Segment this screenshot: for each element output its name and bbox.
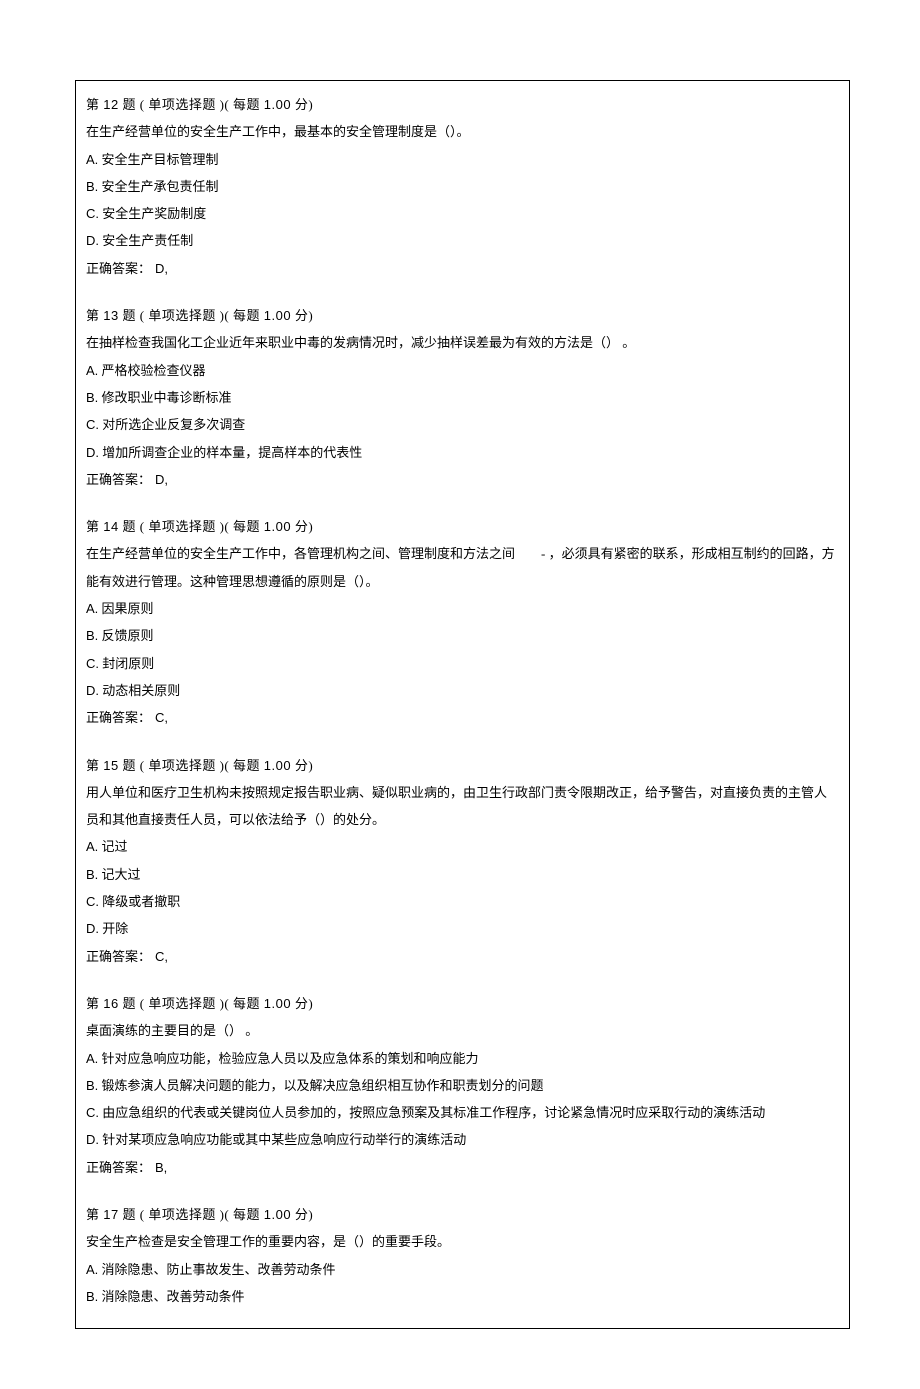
correct-answer: 正确答案：C, xyxy=(86,943,839,970)
question-type: ( 单项选择题 )( xyxy=(140,996,230,1011)
option-b: B. 消除隐患、改善劳动条件 xyxy=(86,1283,839,1310)
question-points: 1.00 xyxy=(264,519,291,534)
question-header: 第 12 题 ( 单项选择题 )( 每题 1.00 分) xyxy=(86,91,839,118)
option-c: C. 降级或者撤职 xyxy=(86,888,839,915)
label-di: 第 xyxy=(86,97,100,112)
question-points: 1.00 xyxy=(264,1207,291,1222)
option-c: C. 封闭原则 xyxy=(86,650,839,677)
option-b: B. 反馈原则 xyxy=(86,622,839,649)
label-fen: 分 xyxy=(295,308,309,323)
label-ti: 题 xyxy=(122,758,136,773)
option-d: D. 安全生产责任制 xyxy=(86,227,839,254)
option-a: A. 消除隐患、防止事故发生、改善劳动条件 xyxy=(86,1256,839,1283)
question-header: 第 13 题 ( 单项选择题 )( 每题 1.00 分) xyxy=(86,302,839,329)
label-ti: 题 xyxy=(122,519,136,534)
label-fen: 分 xyxy=(295,97,309,112)
question-type: ( 单项选择题 )( xyxy=(140,308,230,323)
label-meiti: 每题 xyxy=(233,758,260,773)
question-13: 第 13 题 ( 单项选择题 )( 每题 1.00 分) 在抽样检查我国化工企业… xyxy=(86,302,839,493)
question-stem: 用人单位和医疗卫生机构未按照规定报告职业病、疑似职业病的，由卫生行政部门责令限期… xyxy=(86,779,839,834)
option-a: A. 严格校验检查仪器 xyxy=(86,357,839,384)
question-points: 1.00 xyxy=(264,758,291,773)
question-number: 12 xyxy=(103,97,118,112)
question-stem: 在生产经营单位的安全生产工作中，最基本的安全管理制度是（）。 xyxy=(86,118,839,145)
option-a: A. 针对应急响应功能，检验应急人员以及应急体系的策划和响应能力 xyxy=(86,1045,839,1072)
option-a: A. 记过 xyxy=(86,833,839,860)
question-header: 第 16 题 ( 单项选择题 )( 每题 1.00 分) xyxy=(86,990,839,1017)
label-ti: 题 xyxy=(122,996,136,1011)
label-meiti: 每题 xyxy=(233,97,260,112)
label-di: 第 xyxy=(86,996,100,1011)
question-15: 第 15 题 ( 单项选择题 )( 每题 1.00 分) 用人单位和医疗卫生机构… xyxy=(86,752,839,970)
correct-answer: 正确答案：C, xyxy=(86,704,839,731)
exam-content: 第 12 题 ( 单项选择题 )( 每题 1.00 分) 在生产经营单位的安全生… xyxy=(75,80,850,1329)
label-meiti: 每题 xyxy=(233,519,260,534)
option-b: B. 修改职业中毒诊断标准 xyxy=(86,384,839,411)
label-ti: 题 xyxy=(122,97,136,112)
question-header: 第 17 题 ( 单项选择题 )( 每题 1.00 分) xyxy=(86,1201,839,1228)
label-fen: 分 xyxy=(295,519,309,534)
option-b: B. 锻炼参演人员解决问题的能力，以及解决应急组织相互协作和职责划分的问题 xyxy=(86,1072,839,1099)
question-stem: 在抽样检查我国化工企业近年来职业中毒的发病情况时，减少抽样误差最为有效的方法是（… xyxy=(86,329,839,356)
label-di: 第 xyxy=(86,308,100,323)
question-number: 16 xyxy=(103,996,118,1011)
question-17: 第 17 题 ( 单项选择题 )( 每题 1.00 分) 安全生产检查是安全管理… xyxy=(86,1201,839,1310)
option-c: C. 由应急组织的代表或关键岗位人员参加的，按照应急预案及其标准工作程序，讨论紧… xyxy=(86,1099,839,1126)
question-number: 17 xyxy=(103,1207,118,1222)
question-points: 1.00 xyxy=(264,996,291,1011)
correct-answer: 正确答案：D, xyxy=(86,255,839,282)
label-di: 第 xyxy=(86,758,100,773)
label-ti: 题 xyxy=(122,1207,136,1222)
label-meiti: 每题 xyxy=(233,996,260,1011)
correct-answer: 正确答案：B, xyxy=(86,1154,839,1181)
question-points: 1.00 xyxy=(264,97,291,112)
question-type: ( 单项选择题 )( xyxy=(140,519,230,534)
question-number: 15 xyxy=(103,758,118,773)
question-stem: 桌面演练的主要目的是（） 。 xyxy=(86,1017,839,1044)
question-type: ( 单项选择题 )( xyxy=(140,97,230,112)
label-meiti: 每题 xyxy=(233,1207,260,1222)
question-14: 第 14 题 ( 单项选择题 )( 每题 1.00 分) 在生产经营单位的安全生… xyxy=(86,513,839,731)
question-number: 14 xyxy=(103,519,118,534)
correct-answer: 正确答案：D, xyxy=(86,466,839,493)
option-d: D. 针对某项应急响应功能或其中某些应急响应行动举行的演练活动 xyxy=(86,1126,839,1153)
option-b: B. 记大过 xyxy=(86,861,839,888)
option-a: A. 因果原则 xyxy=(86,595,839,622)
question-number: 13 xyxy=(103,308,118,323)
option-c: C. 安全生产奖励制度 xyxy=(86,200,839,227)
question-16: 第 16 题 ( 单项选择题 )( 每题 1.00 分) 桌面演练的主要目的是（… xyxy=(86,990,839,1181)
question-type: ( 单项选择题 )( xyxy=(140,758,230,773)
label-meiti: 每题 xyxy=(233,308,260,323)
question-header: 第 14 题 ( 单项选择题 )( 每题 1.00 分) xyxy=(86,513,839,540)
question-type: ( 单项选择题 )( xyxy=(140,1207,230,1222)
option-d: D. 动态相关原则 xyxy=(86,677,839,704)
label-ti: 题 xyxy=(122,308,136,323)
option-d: D. 开除 xyxy=(86,915,839,942)
question-stem: 在生产经营单位的安全生产工作中，各管理机构之间、管理制度和方法之间 - ，必须具… xyxy=(86,540,839,595)
question-header: 第 15 题 ( 单项选择题 )( 每题 1.00 分) xyxy=(86,752,839,779)
option-c: C. 对所选企业反复多次调查 xyxy=(86,411,839,438)
question-stem: 安全生产检查是安全管理工作的重要内容，是（）的重要手段。 xyxy=(86,1228,839,1255)
question-points: 1.00 xyxy=(264,308,291,323)
label-fen: 分 xyxy=(295,1207,309,1222)
option-a: A. 安全生产目标管理制 xyxy=(86,146,839,173)
label-di: 第 xyxy=(86,1207,100,1222)
question-12: 第 12 题 ( 单项选择题 )( 每题 1.00 分) 在生产经营单位的安全生… xyxy=(86,91,839,282)
label-di: 第 xyxy=(86,519,100,534)
label-fen: 分 xyxy=(295,996,309,1011)
option-b: B. 安全生产承包责任制 xyxy=(86,173,839,200)
option-d: D. 增加所调查企业的样本量，提高样本的代表性 xyxy=(86,439,839,466)
label-fen: 分 xyxy=(295,758,309,773)
